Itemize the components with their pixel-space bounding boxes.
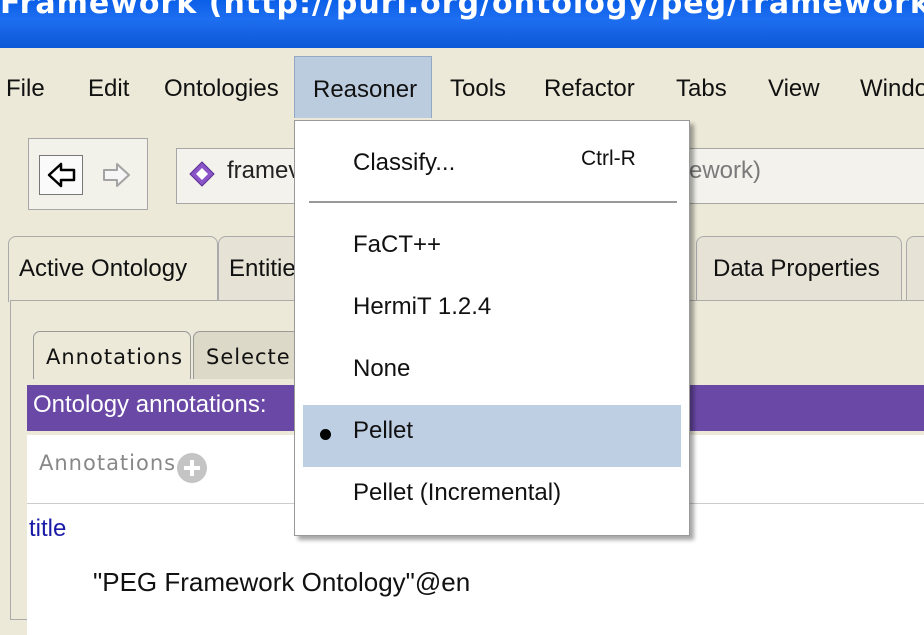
tab-active-ontology[interactable]: Active Ontology [8,236,218,302]
menu-ontologies[interactable]: Ontologies [164,56,279,118]
subtab-annotations[interactable]: Annotations [33,331,191,379]
arrow-left-icon [47,162,76,188]
menu-refactor[interactable]: Refactor [544,56,635,118]
add-circle-icon[interactable] [177,453,207,483]
pellet-incremental-label: Pellet (Incremental) [353,479,562,506]
menu-item-classify[interactable]: Classify... Ctrl-R [295,137,689,199]
menu-bar: File Edit Ontologies Reasoner Tools Refa… [0,56,924,118]
menu-item-pellet[interactable]: Pellet [303,405,681,467]
ontology-iri-suffix: ework) [689,157,762,184]
selected-bullet-icon [320,429,331,440]
arrow-right-icon [103,163,130,187]
annotation-property[interactable]: title [29,515,66,543]
back-button[interactable] [39,155,83,195]
navigation-group [28,138,148,210]
menu-view[interactable]: View [768,56,820,118]
factpp-label: FaCT++ [353,231,442,258]
window-titlebar: Framework (http://purl.org/ontology/peg/… [0,0,924,48]
menu-item-hermit[interactable]: HermiT 1.2.4 [295,281,689,343]
hermit-label: HermiT 1.2.4 [353,293,492,320]
none-label: None [353,355,411,382]
annotations-label: Annotations [39,451,177,475]
annotation-value: "PEG Framework Ontology"@en [93,567,471,597]
tab-overflow[interactable] [906,236,924,302]
menu-separator [309,201,677,203]
menu-reasoner[interactable]: Reasoner [294,56,432,118]
menu-tools[interactable]: Tools [450,56,506,118]
classify-label: Classify... [353,149,456,176]
pellet-label: Pellet [353,417,414,444]
classify-shortcut: Ctrl-R [581,147,636,170]
ontology-diamond-icon [189,161,215,187]
menu-item-factpp[interactable]: FaCT++ [295,219,689,281]
window-title: Framework (http://purl.org/ontology/peg/… [0,0,924,21]
tab-data-properties[interactable]: Data Properties [696,236,902,302]
menu-item-none[interactable]: None [295,343,689,405]
menu-edit[interactable]: Edit [88,56,129,118]
header-label: Ontology annotations: [33,391,267,418]
forward-button[interactable] [95,155,139,195]
ontology-name: framev [227,157,301,184]
menu-window[interactable]: Windo [860,56,924,118]
menu-tabs[interactable]: Tabs [676,56,727,118]
menu-item-pellet-incremental[interactable]: Pellet (Incremental) [295,467,689,529]
reasoner-dropdown-menu: Classify... Ctrl-R FaCT++ HermiT 1.2.4 N… [294,120,690,536]
menu-file[interactable]: File [6,56,45,118]
